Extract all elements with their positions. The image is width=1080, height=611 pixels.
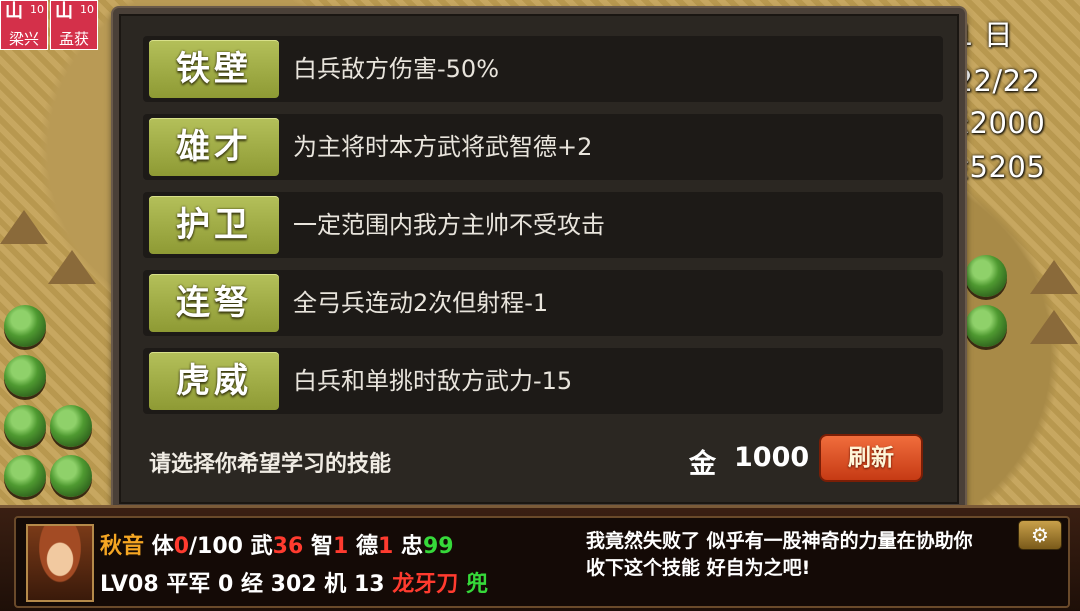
skill-button[interactable]: 连弩 [149, 274, 279, 332]
skill-button[interactable]: 虎威 [149, 352, 279, 410]
tree-icon [4, 355, 46, 397]
skill-row[interactable]: 雄才 为主将时本方武将武智德+2 [143, 114, 943, 180]
general-stats-line2: LV08 平军 0 经 302 机 13 龙牙刀 兜 [100, 566, 488, 598]
skill-button[interactable]: 铁壁 [149, 40, 279, 98]
war-label: 武 [250, 534, 273, 559]
city-tag[interactable]: 山 10 梁兴 [0, 0, 48, 50]
tree-icon [50, 405, 92, 447]
hp-current: 0 [173, 534, 190, 559]
tree-icon [4, 455, 46, 497]
hp-max: /100 [189, 534, 243, 559]
general-info-bar: 秋音 体0/100 武36 智1 德1 忠99 LV08 平军 0 经 302 … [0, 505, 1080, 611]
skill-row[interactable]: 虎威 白兵和单挑时敌方武力-15 [143, 348, 943, 414]
war-value: 36 [272, 534, 304, 559]
message-line: 我竟然失败了 似乎有一股神奇的力量在协助你 [586, 530, 973, 552]
message-line: 收下这个技能 好自为之吧! [586, 557, 811, 579]
city-tag[interactable]: 山 10 孟获 [50, 0, 98, 50]
general-stats-line1: 秋音 体0/100 武36 智1 德1 忠99 [100, 528, 454, 560]
skill-row[interactable]: 连弩 全弓兵连动2次但射程-1 [143, 270, 943, 336]
select-skill-prompt: 请选择你希望学习的技能 [149, 452, 392, 477]
general-portrait[interactable] [26, 524, 94, 602]
skill-description: 白兵和单挑时敌方武力-15 [293, 367, 573, 395]
general-name: 秋音 [100, 534, 145, 559]
tree-icon [4, 405, 46, 447]
virtue-value: 1 [377, 534, 394, 559]
city-name: 梁兴 [8, 29, 39, 48]
exp-label: 经 [240, 572, 263, 597]
city-level: 10 [80, 3, 94, 16]
dialog-message: 我竟然失败了 似乎有一股神奇的力量在协助你 收下这个技能 好自为之吧! [586, 528, 1046, 582]
mountain-symbol-icon: 山 [5, 1, 23, 22]
int-label: 智 [310, 534, 333, 559]
skill-row[interactable]: 护卫 一定范围内我方主帅不受攻击 [143, 192, 943, 258]
exp-value: 302 [270, 572, 317, 597]
city-name: 孟获 [58, 29, 89, 48]
gold-value: 1000 [734, 442, 810, 473]
weapon-name: 龙牙刀 [392, 572, 459, 597]
int-value: 1 [332, 534, 349, 559]
refresh-button[interactable]: 刷新 [819, 434, 923, 482]
armor-name: 兜 [465, 572, 488, 597]
mountain-icon [1030, 310, 1078, 344]
skill-select-dialog: 铁壁 白兵敌方伤害-50% 雄才 为主将时本方武将武智德+2 护卫 一定范围内我… [113, 8, 965, 510]
skill-description: 全弓兵连动2次但射程-1 [293, 289, 549, 317]
gold-label: 金 [689, 449, 716, 480]
tree-icon [965, 255, 1007, 297]
mountain-icon [1030, 260, 1078, 294]
gear-icon[interactable]: ⚙ [1018, 520, 1062, 550]
loyalty-label: 忠 [400, 534, 423, 559]
mobility-label: 机 [324, 572, 347, 597]
loyalty-value: 99 [422, 534, 454, 559]
tree-icon [965, 305, 1007, 347]
skill-button[interactable]: 雄才 [149, 118, 279, 176]
virtue-label: 德 [355, 534, 378, 559]
skill-button[interactable]: 护卫 [149, 196, 279, 254]
level-value: LV08 [100, 572, 159, 597]
skill-description: 为主将时本方武将武智德+2 [293, 133, 593, 161]
general-info-panel: 秋音 体0/100 武36 智1 德1 忠99 LV08 平军 0 经 302 … [14, 516, 1070, 608]
tree-icon [4, 305, 46, 347]
tree-icon [50, 455, 92, 497]
army-type: 平军 [166, 572, 211, 597]
city-level: 10 [30, 3, 44, 16]
mountain-icon [48, 250, 96, 284]
mountain-symbol-icon: 山 [55, 1, 73, 22]
mobility-value: 13 [353, 572, 385, 597]
hp-label: 体 [151, 534, 174, 559]
mountain-icon [0, 210, 48, 244]
skill-description: 一定范围内我方主帅不受攻击 [293, 211, 605, 239]
army-count: 0 [218, 572, 234, 597]
skill-row[interactable]: 铁壁 白兵敌方伤害-50% [143, 36, 943, 102]
skill-description: 白兵敌方伤害-50% [293, 55, 500, 83]
